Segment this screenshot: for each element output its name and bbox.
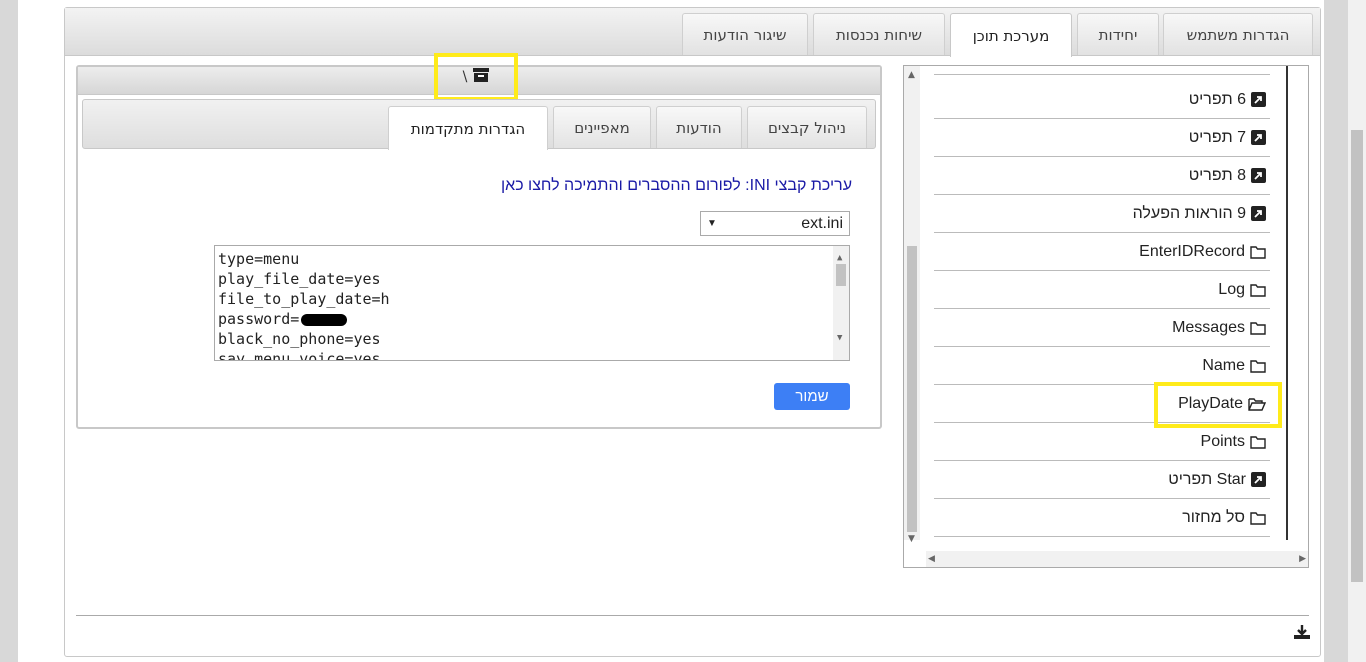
folder-icon [1250, 245, 1266, 259]
code-line: play_file_date=yes [218, 270, 381, 288]
folder-icon [1250, 321, 1266, 335]
main-tabs-bar: הגדרות משתמש יחידות מערכת תוכן שיחות נכנ… [65, 8, 1320, 57]
scroll-right-icon[interactable]: ▶ [1299, 554, 1306, 564]
tree-list: 6 תפריט 7 תפריט 8 תפריט 9 הוראות הפעלה E… [926, 66, 1288, 540]
tree-horizontal-scrollbar[interactable]: ◀ ▶ [926, 551, 1308, 567]
folder-open-icon [1248, 397, 1266, 411]
shortcut-icon [1251, 168, 1266, 183]
file-tree-panel: ▲ ▼ 6 תפריט 7 תפריט 8 תפריט 9 הוראות הפע… [903, 65, 1309, 568]
subtab-label: מאפיינים [574, 118, 630, 137]
path-text: \ [462, 69, 468, 85]
code-line: file_to_play_date=h [218, 290, 390, 308]
folder-icon [1250, 511, 1266, 525]
shortcut-icon [1251, 206, 1266, 221]
code-line: black_no_phone=yes [218, 330, 381, 348]
archive-icon [473, 68, 490, 86]
subtab-label: הגדרות מתקדמות [410, 119, 526, 138]
tree-item-selected[interactable]: PlayDate [934, 385, 1270, 423]
tree-item[interactable]: Name [934, 347, 1270, 385]
tree-item[interactable]: EnterIDRecord [934, 233, 1270, 271]
selected-file: ext.ini [801, 214, 843, 232]
shortcut-icon [1251, 92, 1266, 107]
code-line: say_menu_voice=yes [218, 350, 381, 361]
scroll-down-icon[interactable]: ▼ [837, 328, 842, 348]
textarea-scrollbar[interactable]: ▲ ▼ [833, 246, 849, 360]
current-path: \ [434, 53, 518, 101]
tab-user-settings[interactable]: הגדרות משתמש [1163, 13, 1313, 55]
redacted-value [301, 313, 348, 326]
page-scrollbar[interactable] [1348, 0, 1366, 662]
tree-item[interactable]: סל מחזור [934, 499, 1270, 537]
tree-item[interactable]: Log [934, 271, 1270, 309]
ini-file-select[interactable]: ▼ ext.ini [700, 211, 850, 236]
scroll-up-icon[interactable]: ▲ [908, 70, 915, 80]
subtab-properties[interactable]: מאפיינים [553, 106, 651, 148]
shortcut-icon [1251, 472, 1266, 487]
main-container: הגדרות משתמש יחידות מערכת תוכן שיחות נכנ… [64, 7, 1321, 657]
folder-icon [1250, 283, 1266, 297]
subtab-advanced-settings[interactable]: הגדרות מתקדמות [388, 106, 548, 150]
tab-incoming-calls[interactable]: שיחות נכנסות [813, 13, 945, 55]
editor-subtabs-bar: ניהול קבצים הודעות מאפיינים הגדרות מתקדמ… [82, 99, 876, 150]
scrollbar-thumb[interactable] [1351, 130, 1363, 582]
tree-item-label: Points [1200, 432, 1245, 450]
tree-item-label: 8 תפריט [1188, 166, 1246, 184]
tab-label: יחידות [1098, 25, 1138, 44]
ini-title-text: עריכת קבצי INI: [745, 177, 852, 194]
code-line-text: password= [218, 310, 300, 328]
scroll-down-icon[interactable]: ▼ [908, 534, 915, 544]
folder-icon [1250, 435, 1266, 449]
tab-label: מערכת תוכן [972, 26, 1050, 45]
tab-label: שיחות נכנסות [835, 25, 923, 44]
save-button[interactable]: שמור [774, 383, 850, 410]
support-forum-link[interactable]: לפורום ההסברים והתמיכה לחצו כאן [501, 177, 741, 194]
scrollbar-thumb[interactable] [836, 264, 846, 286]
tree-item-label: EnterIDRecord [1139, 242, 1245, 260]
scrollbar-thumb[interactable] [907, 246, 917, 532]
tree-item-label: PlayDate [1178, 394, 1243, 412]
tree-vertical-scrollbar[interactable]: ▲ ▼ [904, 66, 920, 544]
content-panel: הגדרות משתמש יחידות מערכת תוכן שיחות נכנ… [18, 0, 1324, 662]
tree-item-label: 7 תפריט [1188, 128, 1246, 146]
subtab-label: הודעות [676, 118, 722, 137]
tree-item[interactable]: 6 תפריט [934, 81, 1270, 119]
tree-item-label: סל מחזור [1182, 508, 1245, 526]
code-line: type=menu [218, 250, 300, 268]
tree-item[interactable]: 8 תפריט [934, 157, 1270, 195]
tab-send-messages[interactable]: שיגור הודעות [682, 13, 808, 55]
divider [76, 615, 1309, 616]
tree-item-label: Log [1218, 280, 1245, 298]
subtab-label: ניהול קבצים [767, 118, 847, 137]
tree-item-label: Name [1202, 356, 1245, 374]
ini-title: עריכת קבצי INI: לפורום ההסברים והתמיכה ל… [501, 177, 852, 195]
download-icon[interactable] [1293, 624, 1311, 644]
tree-item-label: Messages [1172, 318, 1245, 336]
tree-item[interactable]: Points [934, 423, 1270, 461]
tree-item[interactable]: Messages [934, 309, 1270, 347]
subtab-file-management[interactable]: ניהול קבצים [747, 106, 867, 148]
tree-item-partial[interactable] [934, 66, 1270, 75]
tree-item[interactable]: 7 תפריט [934, 119, 1270, 157]
tab-label: הגדרות משתמש [1186, 25, 1290, 44]
tree-item-label: Star תפריט [1168, 470, 1246, 488]
scroll-left-icon[interactable]: ◀ [928, 554, 935, 564]
shortcut-icon [1251, 130, 1266, 145]
tab-units[interactable]: יחידות [1077, 13, 1159, 55]
ini-editor-textarea[interactable]: type=menu play_file_date=yes file_to_pla… [214, 245, 850, 361]
code-line-password: password= [218, 309, 849, 329]
tab-label: שיגור הודעות [703, 25, 787, 44]
tree-item[interactable]: 9 הוראות הפעלה [934, 195, 1270, 233]
tree-item-label: 9 הוראות הפעלה [1132, 204, 1246, 222]
tree-item-label: 6 תפריט [1188, 90, 1246, 108]
tree-item[interactable]: Star תפריט [934, 461, 1270, 499]
chevron-down-icon: ▼ [707, 218, 717, 229]
subtab-messages[interactable]: הודעות [656, 106, 742, 148]
editor-panel: \ ניהול קבצים הודעות מאפיינים הגדרות מתק… [76, 53, 882, 429]
tab-content-system[interactable]: מערכת תוכן [950, 13, 1072, 57]
folder-icon [1250, 359, 1266, 373]
